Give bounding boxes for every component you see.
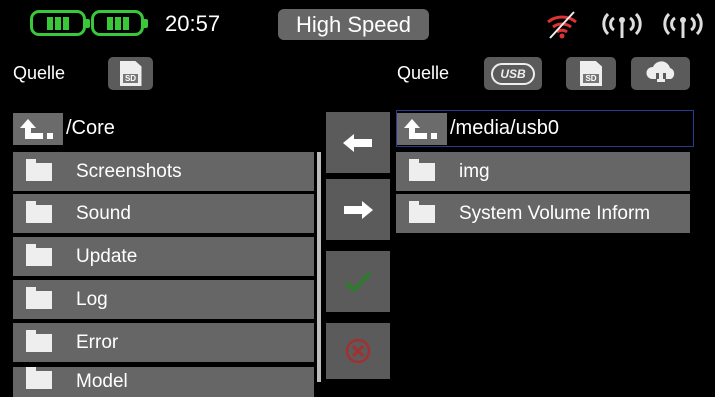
folder-up-icon[interactable] <box>13 112 63 145</box>
list-item[interactable]: Model <box>13 367 314 397</box>
clock: 20:57 <box>165 11 221 36</box>
sd-card-icon: SD <box>580 61 602 86</box>
folder-icon <box>409 158 435 181</box>
list-item[interactable]: img <box>396 152 690 191</box>
folder-icon <box>26 329 52 352</box>
cloud-icon <box>645 60 674 85</box>
left-path-bar[interactable]: /Core <box>13 110 314 147</box>
sd-source-button-left[interactable]: SD <box>108 57 153 90</box>
sd-card-icon: SD <box>119 61 142 86</box>
folder-icon <box>26 200 52 223</box>
list-item[interactable]: System Volume Inform <box>396 194 690 233</box>
antenna-icon <box>663 12 703 38</box>
arrow-left-icon <box>343 133 372 152</box>
usb-icon: USB <box>491 62 535 85</box>
checkmark-icon <box>344 271 372 293</box>
battery-icon <box>30 10 90 36</box>
list-item[interactable]: Screenshots <box>13 152 314 191</box>
folder-up-icon[interactable] <box>397 112 447 145</box>
folder-icon <box>26 367 52 389</box>
sd-source-button-right[interactable]: SD <box>566 57 616 90</box>
folder-icon <box>409 200 435 223</box>
battery-icon <box>91 10 148 36</box>
copy-to-left-button[interactable] <box>326 112 390 173</box>
right-path-bar[interactable]: /media/usb0 <box>396 110 694 147</box>
folder-icon <box>26 243 52 266</box>
list-item[interactable]: Update <box>13 237 314 276</box>
list-item[interactable]: Log <box>13 280 314 319</box>
confirm-button[interactable] <box>326 251 390 312</box>
cancel-button[interactable] <box>326 323 390 379</box>
mode-badge: High Speed <box>278 9 429 40</box>
list-item[interactable]: Sound <box>13 194 314 233</box>
source-label-left: Quelle <box>13 63 66 83</box>
copy-to-right-button[interactable] <box>326 179 390 240</box>
left-scrollbar[interactable] <box>317 152 321 382</box>
usb-source-button[interactable]: USB <box>484 57 542 90</box>
antenna-icon <box>602 12 642 38</box>
left-path: /Core <box>66 117 115 139</box>
folder-icon <box>26 158 52 181</box>
folder-icon <box>26 286 52 309</box>
wifi-disabled-icon <box>547 11 577 39</box>
list-item[interactable]: Error <box>13 323 314 362</box>
network-source-button[interactable] <box>631 57 690 90</box>
close-circle-icon <box>345 338 371 364</box>
source-label-right: Quelle <box>397 63 450 83</box>
arrow-right-icon <box>344 200 373 219</box>
right-path: /media/usb0 <box>450 117 559 139</box>
